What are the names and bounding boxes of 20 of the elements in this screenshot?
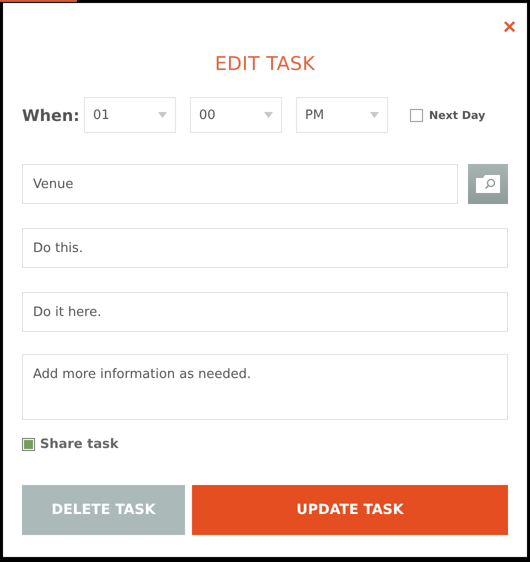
share-label: Share task bbox=[40, 437, 119, 452]
next-day-label: Next Day bbox=[429, 108, 486, 122]
when-label: When: bbox=[22, 106, 81, 124]
text-field[interactable]: Do it here. bbox=[22, 292, 508, 332]
caret-icon bbox=[264, 112, 273, 118]
time-dropdown[interactable]: PM bbox=[296, 97, 388, 133]
time-dropdown[interactable]: 01 bbox=[84, 97, 176, 133]
venue-field[interactable]: Venue bbox=[22, 164, 458, 204]
text-field[interactable]: Do this. bbox=[22, 228, 508, 268]
caret-icon bbox=[370, 112, 379, 118]
close-button[interactable]: × bbox=[503, 17, 516, 37]
dialog-title: EDIT TASK bbox=[214, 53, 316, 75]
notes-field[interactable]: Add more information as needed. bbox=[22, 354, 508, 420]
caret-icon bbox=[158, 112, 167, 118]
update-button[interactable]: UPDATE TASK bbox=[192, 485, 508, 535]
share-checkbox[interactable] bbox=[22, 438, 35, 451]
venue-search-button[interactable] bbox=[468, 164, 508, 204]
folder-search-icon bbox=[475, 174, 501, 194]
next-day-checkbox[interactable] bbox=[410, 108, 423, 122]
time-dropdown[interactable]: 00 bbox=[190, 97, 282, 133]
